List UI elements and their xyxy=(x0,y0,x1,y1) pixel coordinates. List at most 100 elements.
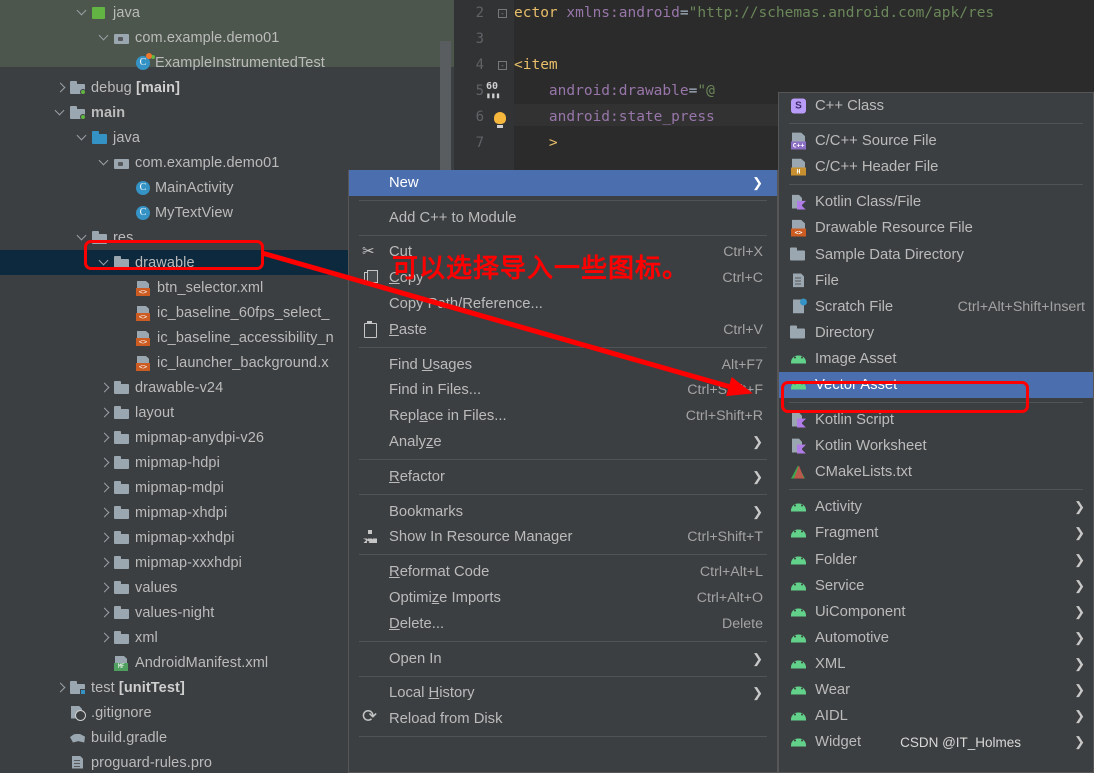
menu-item-wear[interactable]: Wear ❯ xyxy=(779,677,1093,703)
menu-item-c-c-header-file[interactable]: C/C++ Header File xyxy=(779,154,1093,180)
menu-item-kotlin-script[interactable]: Kotlin Script xyxy=(779,407,1093,433)
intention-bulb-icon[interactable] xyxy=(494,112,506,128)
menu-item-label: Widget xyxy=(815,734,862,751)
menu-item-fragment[interactable]: Fragment ❯ xyxy=(779,520,1093,546)
menu-item-refactor[interactable]: Refactor ❯ xyxy=(349,464,777,490)
menu-separator xyxy=(359,554,767,556)
menu-separator xyxy=(789,184,1083,186)
new-submenu[interactable]: C++ Class C/C++ Source File C/C++ Header F… xyxy=(778,92,1094,773)
tree-row-label: java xyxy=(113,4,140,21)
chevron-right-icon[interactable] xyxy=(98,581,111,594)
tree-row[interactable]: com.example.demo01 xyxy=(0,25,454,50)
menu-item-find-in-files[interactable]: Find in Files... Ctrl+Shift+F xyxy=(349,378,777,404)
folder-dot-icon xyxy=(70,105,86,121)
menu-item-reload-from-disk[interactable]: Reload from Disk xyxy=(349,706,777,732)
chevron-down-icon[interactable] xyxy=(76,231,89,244)
resource-preview-gutter-icon[interactable]: 60 ▮▮▮ xyxy=(486,82,500,101)
menu-item-new[interactable]: New ❯ xyxy=(349,170,777,196)
menu-item-paste[interactable]: Paste Ctrl+V xyxy=(349,317,777,343)
editor-code-line: ector xmlns:android="http://schemas.andr… xyxy=(514,5,995,21)
menu-item-cmakelists-txt[interactable]: CMakeLists.txt xyxy=(779,459,1093,485)
menu-item-local-history[interactable]: Local History ❯ xyxy=(349,681,777,707)
chevron-right-icon[interactable] xyxy=(98,431,111,444)
menu-item-reformat-code[interactable]: Reformat Code Ctrl+Alt+L xyxy=(349,559,777,585)
menu-item-show-in-resource-manager[interactable]: Show In Resource Manager Ctrl+Shift+T xyxy=(349,525,777,551)
folder-green-sq-icon xyxy=(92,5,108,21)
folder-icon xyxy=(114,580,130,596)
tree-row-label: MainActivity xyxy=(155,179,234,196)
chevron-right-icon[interactable] xyxy=(98,606,111,619)
chevron-right-icon[interactable] xyxy=(98,381,111,394)
menu-item-c-c-source-file[interactable]: C/C++ Source File xyxy=(779,128,1093,154)
menu-item-label: Find in Files... xyxy=(389,382,482,399)
menu-item-drawable-resource-file[interactable]: Drawable Resource File xyxy=(779,215,1093,241)
menu-item-activity[interactable]: Activity ❯ xyxy=(779,494,1093,520)
menu-item-kotlin-class-file[interactable]: Kotlin Class/File xyxy=(779,189,1093,215)
chevron-right-icon[interactable] xyxy=(98,631,111,644)
chevron-down-icon[interactable] xyxy=(76,131,89,144)
menu-item-image-asset[interactable]: Image Asset xyxy=(779,346,1093,372)
code-fold-icon[interactable]: - xyxy=(498,9,507,18)
tree-row[interactable]: java xyxy=(0,125,454,150)
chevron-down-icon[interactable] xyxy=(98,156,111,169)
tree-row-label: ic_launcher_background.x xyxy=(157,354,329,371)
menu-item-vector-asset[interactable]: Vector Asset xyxy=(779,371,1093,399)
chevron-right-icon[interactable] xyxy=(98,531,111,544)
chevron-right-icon[interactable] xyxy=(98,556,111,569)
menu-item-analyze[interactable]: Analyze ❯ xyxy=(349,429,777,455)
chevron-down-icon[interactable] xyxy=(54,106,67,119)
tree-row[interactable]: java xyxy=(0,0,454,25)
menu-item-shortcut: Ctrl+Shift+R xyxy=(685,408,763,425)
menu-item-directory[interactable]: Directory xyxy=(779,320,1093,346)
menu-item-sample-data-directory[interactable]: Sample Data Directory xyxy=(779,241,1093,267)
chevron-down-icon[interactable] xyxy=(76,6,89,19)
menu-item-folder[interactable]: Folder ❯ xyxy=(779,547,1093,573)
menu-item-widget[interactable]: Widget CSDN @IT_Holmes ❯ xyxy=(779,729,1093,755)
chevron-down-icon[interactable] xyxy=(98,256,111,269)
menu-item-label: C/C++ Header File xyxy=(815,159,939,176)
menu-item-bookmarks[interactable]: Bookmarks ❯ xyxy=(349,499,777,525)
android-icon xyxy=(790,350,807,367)
menu-item-scratch-file[interactable]: Scratch File Ctrl+Alt+Shift+Insert xyxy=(779,294,1093,320)
menu-item-delete[interactable]: Delete... Delete xyxy=(349,611,777,637)
chevron-right-icon[interactable] xyxy=(98,481,111,494)
tree-row[interactable]: C ExampleInstrumentedTest xyxy=(0,50,454,75)
folder-icon xyxy=(114,630,130,646)
tree-row[interactable]: debug [main] xyxy=(0,75,454,100)
xml-icon xyxy=(136,280,152,296)
chevron-down-icon[interactable] xyxy=(98,31,111,44)
menu-item-automotive[interactable]: Automotive ❯ xyxy=(779,625,1093,651)
gradle-icon xyxy=(70,730,86,746)
txt-icon xyxy=(70,755,86,771)
editor-line-number: 3 xyxy=(475,31,484,47)
menu-item-optimize-imports[interactable]: Optimize Imports Ctrl+Alt+O xyxy=(349,585,777,611)
chevron-right-icon[interactable] xyxy=(98,506,111,519)
editor-line-number: 2 xyxy=(475,5,484,21)
menu-item-aidl[interactable]: AIDL ❯ xyxy=(779,703,1093,729)
chevron-right-icon[interactable] xyxy=(98,406,111,419)
chevron-right-icon: ❯ xyxy=(752,434,763,450)
kotlin-icon xyxy=(790,438,807,455)
menu-item-replace-in-files[interactable]: Replace in Files... Ctrl+Shift+R xyxy=(349,403,777,429)
editor-code-line: android:drawable="@ xyxy=(548,83,715,99)
menu-item-shortcut: Ctrl+Alt+O xyxy=(696,590,763,607)
menu-separator xyxy=(789,123,1083,125)
menu-item-find-usages[interactable]: Find Usages Alt+F7 xyxy=(349,352,777,378)
menu-item-copy-path-reference[interactable]: Copy Path/Reference... xyxy=(349,291,777,317)
menu-item-open-in[interactable]: Open In ❯ xyxy=(349,646,777,672)
menu-item-label: Open In xyxy=(389,650,442,667)
tree-row-label: java xyxy=(113,129,140,146)
menu-item-uicomponent[interactable]: UiComponent ❯ xyxy=(779,599,1093,625)
chevron-right-icon[interactable] xyxy=(54,81,67,94)
menu-item-service[interactable]: Service ❯ xyxy=(779,573,1093,599)
menu-item-c-class[interactable]: C++ Class xyxy=(779,93,1093,119)
menu-item-xml[interactable]: XML ❯ xyxy=(779,651,1093,677)
chevron-right-icon[interactable] xyxy=(54,681,67,694)
tree-row[interactable]: main xyxy=(0,100,454,125)
chevron-right-icon[interactable] xyxy=(98,456,111,469)
menu-item-add-c-to-module[interactable]: Add C++ to Module xyxy=(349,205,777,231)
android-icon xyxy=(790,577,807,594)
menu-item-kotlin-worksheet[interactable]: Kotlin Worksheet xyxy=(779,433,1093,459)
menu-item-file[interactable]: File xyxy=(779,268,1093,294)
code-fold-icon[interactable]: - xyxy=(498,61,507,70)
